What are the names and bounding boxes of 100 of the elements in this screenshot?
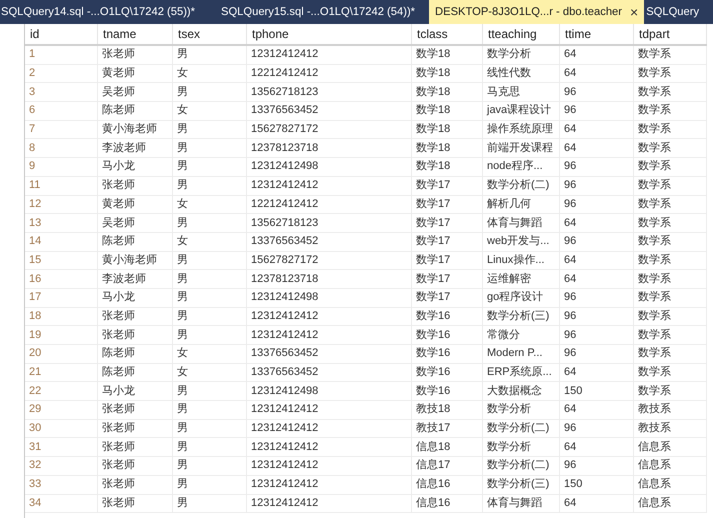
table-cell: 9 (25, 158, 98, 176)
table-cell: 12212412412 (246, 64, 412, 83)
table-cell: 64 (560, 138, 634, 158)
table-cell: 数学系 (634, 270, 706, 288)
table-cell: 数学系 (634, 214, 706, 232)
column-header[interactable]: tsex (172, 24, 246, 45)
table-cell: 12312412412 (246, 419, 412, 438)
table-cell: 吴老师 (98, 82, 172, 102)
table-cell: 吴老师 (98, 214, 172, 232)
table-cell: 数学18 (412, 82, 482, 102)
table-cell: 96 (560, 158, 634, 176)
column-header[interactable]: id (25, 24, 98, 45)
table-cell: 陈老师 (98, 363, 172, 382)
table-cell: go程序设计 (482, 288, 560, 308)
document-tab[interactable]: DESKTOP-8J3O1LQ...r - dbo.teacher × (429, 0, 644, 24)
table-cell: 陈老师 (98, 102, 172, 120)
table-cell: 数学17 (412, 251, 482, 270)
table-cell: 数学系 (634, 344, 706, 364)
table-cell: 13376563452 (246, 102, 412, 120)
table-cell: 信息系 (634, 494, 706, 513)
table-cell: 男 (172, 138, 246, 158)
table-cell: 12312412412 (246, 456, 412, 476)
table-cell: 男 (172, 494, 246, 513)
table-cell: 64 (560, 438, 634, 457)
table-cell: 12312412412 (246, 307, 412, 326)
table-cell: 数学17 (412, 232, 482, 252)
table-cell: 操作系统原理 (482, 120, 560, 139)
table-cell: java课程设计 (482, 102, 560, 120)
table-cell: Linux操作... (482, 251, 560, 270)
table-cell: 17 (25, 288, 98, 308)
table-cell: 数学分析(二) (482, 419, 560, 438)
column-header[interactable]: tteaching (482, 24, 560, 45)
table-cell: 数学16 (412, 344, 482, 364)
table-cell: 数学18 (412, 102, 482, 120)
column-header[interactable]: tphone (246, 24, 412, 45)
table-cell: 33 (25, 475, 98, 494)
table-cell: 张老师 (98, 456, 172, 476)
table-cell: 数学18 (412, 138, 482, 158)
table-cell: 数学系 (634, 120, 706, 139)
table-cell: 男 (172, 120, 246, 139)
document-tab[interactable]: SQLQuery (644, 0, 702, 24)
table-cell: 男 (172, 475, 246, 494)
table-cell: 线性代数 (482, 64, 560, 83)
document-tab[interactable]: SQLQuery14.sql -...O1LQ\17242 (55))* (0, 0, 208, 24)
table-cell: 64 (560, 363, 634, 382)
table-cell: 男 (172, 456, 246, 476)
table-cell: web开发与... (482, 232, 560, 252)
table-cell: 8 (25, 138, 98, 158)
table-cell: 32 (25, 456, 98, 476)
table-cell: 数学18 (412, 45, 482, 64)
table-cell: 96 (560, 232, 634, 252)
table-cell: 数学分析 (482, 45, 560, 64)
table-cell: 22 (25, 382, 98, 401)
table-cell: 数学系 (634, 307, 706, 326)
table-cell: 马小龙 (98, 288, 172, 308)
table-cell: 信息17 (412, 456, 482, 476)
table-cell: 黄小海老师 (98, 251, 172, 270)
table-cell: 64 (560, 494, 634, 513)
table-cell: 黄小海老师 (98, 120, 172, 139)
table-cell: 男 (172, 382, 246, 401)
table-cell: 12 (25, 195, 98, 214)
table-cell: 张老师 (98, 438, 172, 457)
column-header[interactable]: tdpart (634, 24, 706, 45)
table-cell: 13562718123 (246, 214, 412, 232)
table-cell: 数学分析 (482, 400, 560, 420)
table-cell: 96 (560, 344, 634, 364)
table-cell: 前端开发课程 (482, 138, 560, 158)
table-cell: 陈老师 (98, 232, 172, 252)
table-cell: 数学分析(二) (482, 176, 560, 195)
table-cell: 30 (25, 419, 98, 438)
table-cell: 96 (560, 82, 634, 102)
table-cell: 64 (560, 214, 634, 232)
column-header[interactable]: ttime (560, 24, 634, 45)
table-cell: 男 (172, 326, 246, 344)
column-header[interactable]: tname (98, 24, 172, 45)
table-cell: 6 (25, 102, 98, 120)
table-cell: 女 (172, 64, 246, 83)
table-cell: 黄老师 (98, 64, 172, 83)
table-cell: 女 (172, 232, 246, 252)
table-cell: 张老师 (98, 494, 172, 513)
table-cell: 1 (25, 45, 98, 64)
table-cell: 14 (25, 232, 98, 252)
table-cell: 数学系 (634, 195, 706, 214)
table-cell: 信息16 (412, 494, 482, 513)
document-tab[interactable]: SQLQuery15.sql -...O1LQ\17242 (54))* (207, 0, 430, 24)
table-cell: 解析几何 (482, 195, 560, 214)
table-cell: 64 (560, 400, 634, 420)
table-cell: 12378123718 (246, 270, 412, 288)
close-icon[interactable]: × (630, 4, 638, 20)
table-cell: 15 (25, 251, 98, 270)
table-cell: 男 (172, 438, 246, 457)
table-cell: 数学系 (634, 288, 706, 308)
table-cell: 64 (560, 251, 634, 270)
table-cell: 女 (172, 363, 246, 382)
table-cell: 96 (560, 307, 634, 326)
table-cell: 男 (172, 307, 246, 326)
table-cell: 150 (560, 382, 634, 401)
column-header[interactable]: tclass (412, 24, 482, 45)
table-cell: 12312412412 (246, 45, 412, 64)
table-cell: 体育与舞蹈 (482, 494, 560, 513)
